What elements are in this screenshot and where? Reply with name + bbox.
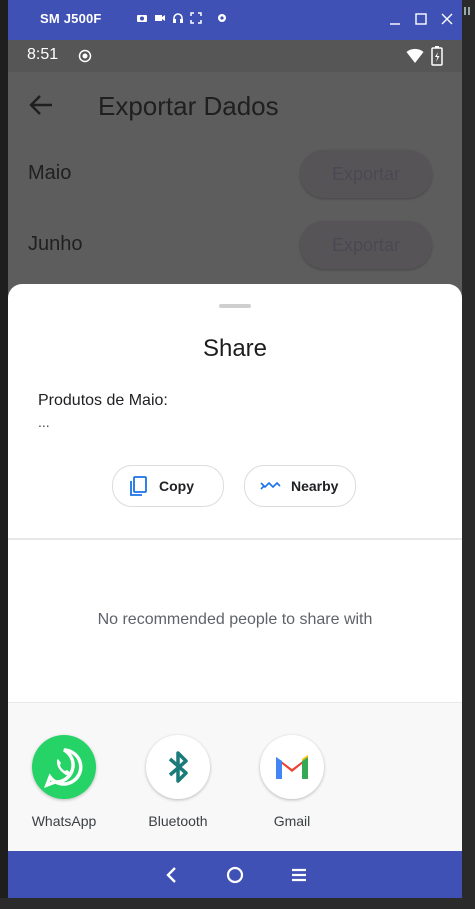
page-title: Exportar Dados	[98, 91, 279, 121]
no-recommendations-text: No recommended people to share with	[97, 611, 373, 628]
camera-icon[interactable]	[136, 12, 148, 24]
nav-menu-icon[interactable]	[287, 863, 311, 887]
nearby-label: Nearby	[291, 478, 339, 494]
drag-handle[interactable]	[219, 304, 251, 308]
month-list: Maio Exportar Junho Exportar	[8, 138, 462, 298]
share-preview-text: Produtos de Maio:	[38, 392, 168, 409]
app-circle	[146, 735, 210, 799]
emulator-frame-right	[462, 0, 475, 909]
app-bar: Exportar Dados	[8, 72, 462, 138]
emulator-frame-left	[0, 0, 8, 909]
share-sheet: Share Produtos de Maio: ... Copy Nearby …	[8, 284, 462, 851]
share-target-bluetooth[interactable]: Bluetooth	[128, 735, 228, 829]
export-button[interactable]: Exportar	[300, 150, 432, 198]
minimize-icon[interactable]	[388, 12, 402, 26]
app-targets: WhatsApp Bluetooth Gmail	[8, 703, 462, 851]
navigation-bar	[8, 851, 462, 898]
app-label: Bluetooth	[148, 813, 208, 829]
video-icon[interactable]	[154, 12, 166, 24]
month-label: Junho	[28, 233, 83, 255]
app-circle	[32, 735, 96, 799]
maximize-icon[interactable]	[414, 12, 428, 26]
nav-home-icon[interactable]	[223, 863, 247, 887]
whatsapp-icon	[44, 748, 83, 788]
share-preview-more: ...	[38, 414, 50, 430]
list-item: Maio Exportar	[8, 138, 462, 208]
wifi-icon	[406, 48, 424, 63]
emulator-toolbar	[136, 12, 228, 24]
record-icon	[78, 49, 92, 63]
side-panel-icon[interactable]	[463, 6, 473, 16]
copy-label: Copy	[159, 478, 194, 494]
fullscreen-icon[interactable]	[190, 12, 202, 24]
emulator-frame-bottom	[0, 898, 475, 909]
share-target-gmail[interactable]: Gmail	[242, 735, 342, 829]
nearby-icon	[260, 481, 281, 490]
bluetooth-icon	[168, 751, 188, 783]
device-name: SM J500F	[40, 11, 102, 26]
close-icon[interactable]	[440, 12, 454, 26]
window-controls	[388, 12, 454, 26]
month-label: Maio	[28, 162, 72, 184]
app-label: Gmail	[273, 813, 311, 829]
list-item: Junho Exportar	[8, 209, 462, 279]
status-time: 8:51	[27, 46, 59, 63]
status-bar: 8:51	[8, 40, 462, 72]
copy-button[interactable]: Copy	[112, 465, 224, 507]
share-title: Share	[202, 335, 268, 362]
divider	[8, 538, 462, 540]
gmail-icon	[276, 755, 308, 779]
emulator-title-bar: SM J500F	[8, 0, 462, 40]
battery-icon	[431, 46, 443, 66]
share-target-whatsapp[interactable]: WhatsApp	[14, 735, 114, 829]
nearby-button[interactable]: Nearby	[244, 465, 356, 507]
settings-icon[interactable]	[216, 12, 228, 24]
phone-screen: 8:51 Exportar Dados Maio Exportar Junho …	[8, 40, 462, 851]
back-arrow-icon[interactable]	[28, 92, 54, 118]
app-circle	[260, 735, 324, 799]
headphones-icon[interactable]	[172, 12, 184, 24]
copy-icon	[130, 476, 147, 496]
app-label: WhatsApp	[31, 813, 97, 829]
export-button[interactable]: Exportar	[300, 221, 432, 269]
nav-back-icon[interactable]	[160, 863, 184, 887]
